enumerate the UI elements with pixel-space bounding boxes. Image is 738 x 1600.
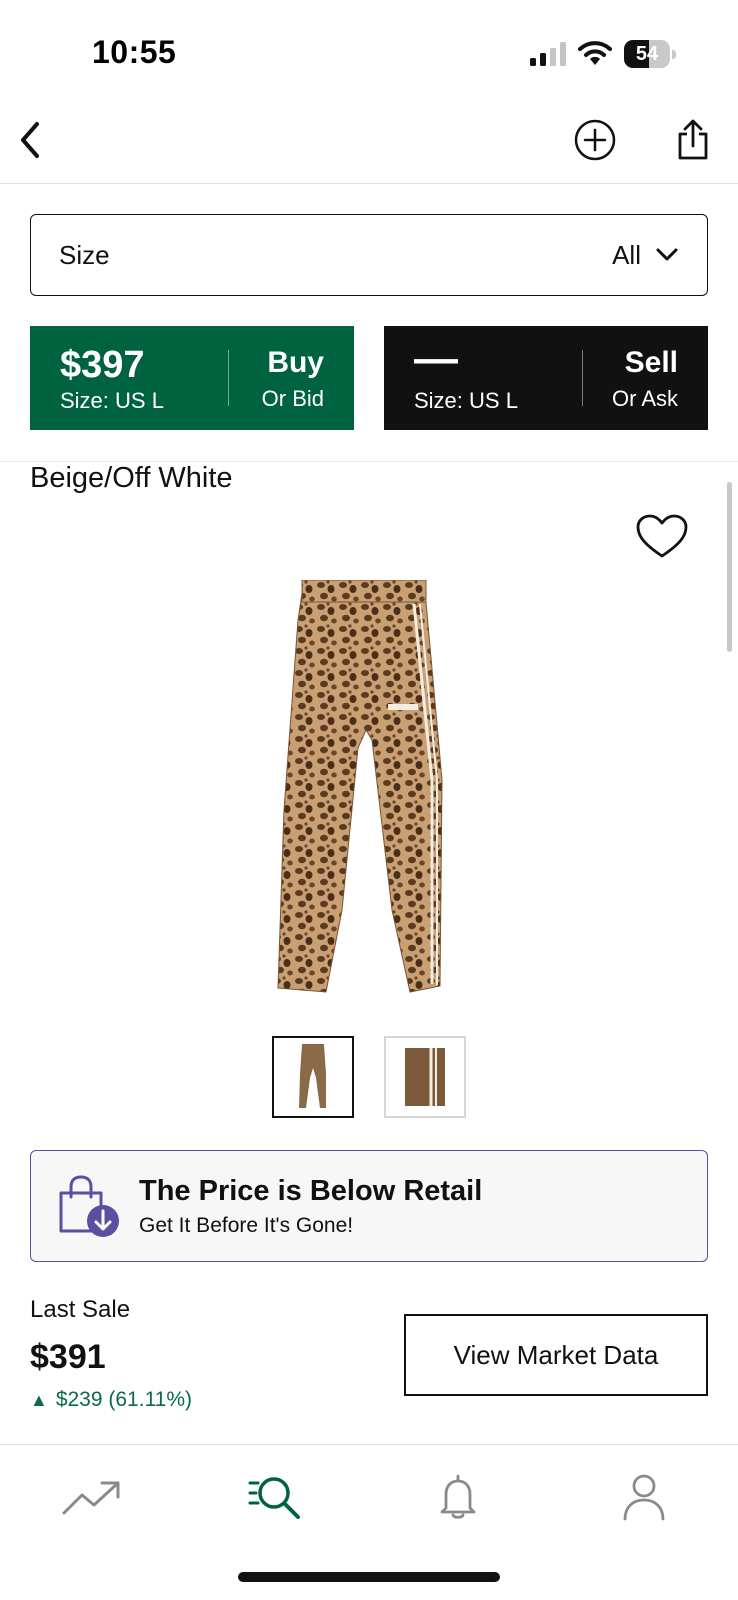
buy-button[interactable]: $397 Size: US L Buy Or Bid <box>30 326 354 430</box>
tab-search[interactable] <box>244 1467 308 1527</box>
buy-divider <box>228 350 229 406</box>
thumbnail-image-pants <box>299 1044 326 1108</box>
last-sale-change-value: $239 (61.11%) <box>55 1388 193 1411</box>
scroll-indicator[interactable] <box>727 482 732 652</box>
tab-notifications[interactable] <box>426 1467 490 1527</box>
plus-circle-icon <box>574 119 616 161</box>
tab-profile[interactable] <box>612 1467 676 1527</box>
buy-size: Size: US L <box>60 388 164 413</box>
home-indicator[interactable] <box>238 1572 500 1582</box>
status-time: 10:55 <box>92 34 177 70</box>
below-retail-banner[interactable]: The Price is Below Retail Get It Before … <box>30 1150 708 1262</box>
bell-icon <box>440 1474 476 1519</box>
promo-subtitle: Get It Before It's Gone! <box>139 1214 354 1237</box>
buy-sublabel: Or Bid <box>261 386 324 411</box>
cellular-signal-icon <box>530 42 566 66</box>
nav-header <box>0 100 738 184</box>
share-button[interactable] <box>669 116 717 164</box>
promo-title: The Price is Below Retail <box>139 1175 483 1207</box>
last-sale-change: ▲ $239 (61.11%) <box>30 1388 192 1412</box>
heart-icon <box>636 514 688 558</box>
favorite-button[interactable] <box>636 514 688 560</box>
status-bar: 10:55 54 <box>0 0 738 100</box>
sell-label: Sell <box>624 346 678 379</box>
product-thumbnail-1[interactable] <box>272 1036 354 1118</box>
battery-icon: 54 <box>624 40 676 68</box>
size-selector-value: All <box>612 239 641 270</box>
sell-sublabel: Or Ask <box>611 386 678 411</box>
last-sale-price: $391 <box>30 1338 106 1376</box>
size-selector-label: Size <box>59 239 110 270</box>
share-icon <box>678 119 708 160</box>
buy-price: $397 <box>60 344 145 386</box>
sell-price: — <box>414 334 458 383</box>
sell-size: Size: US L <box>414 388 518 413</box>
last-sale-label: Last Sale <box>30 1296 131 1323</box>
shopping-bag-download-icon <box>59 1175 119 1237</box>
sell-divider <box>582 350 583 406</box>
back-button[interactable] <box>6 116 54 164</box>
search-icon <box>248 1477 300 1519</box>
size-selector[interactable]: Size All <box>30 214 708 296</box>
product-thumbnail-2[interactable] <box>384 1036 466 1118</box>
add-to-portfolio-button[interactable] <box>571 116 619 164</box>
profile-icon <box>623 1474 665 1521</box>
trending-icon <box>62 1481 120 1515</box>
wifi-icon <box>578 41 612 65</box>
buy-label: Buy <box>267 346 324 379</box>
thumbnail-image-detail <box>405 1048 445 1106</box>
product-colorway: Beige/Off White <box>30 462 233 494</box>
sell-button[interactable]: — Size: US L Sell Or Ask <box>384 326 708 430</box>
chevron-down-icon <box>656 248 678 261</box>
chevron-left-icon <box>21 122 39 158</box>
tab-trending[interactable] <box>60 1467 124 1527</box>
triangle-up-icon: ▲ <box>30 1389 48 1410</box>
product-image <box>277 580 443 993</box>
battery-level: 54 <box>635 43 659 65</box>
view-market-data-button[interactable]: View Market Data <box>404 1314 708 1396</box>
